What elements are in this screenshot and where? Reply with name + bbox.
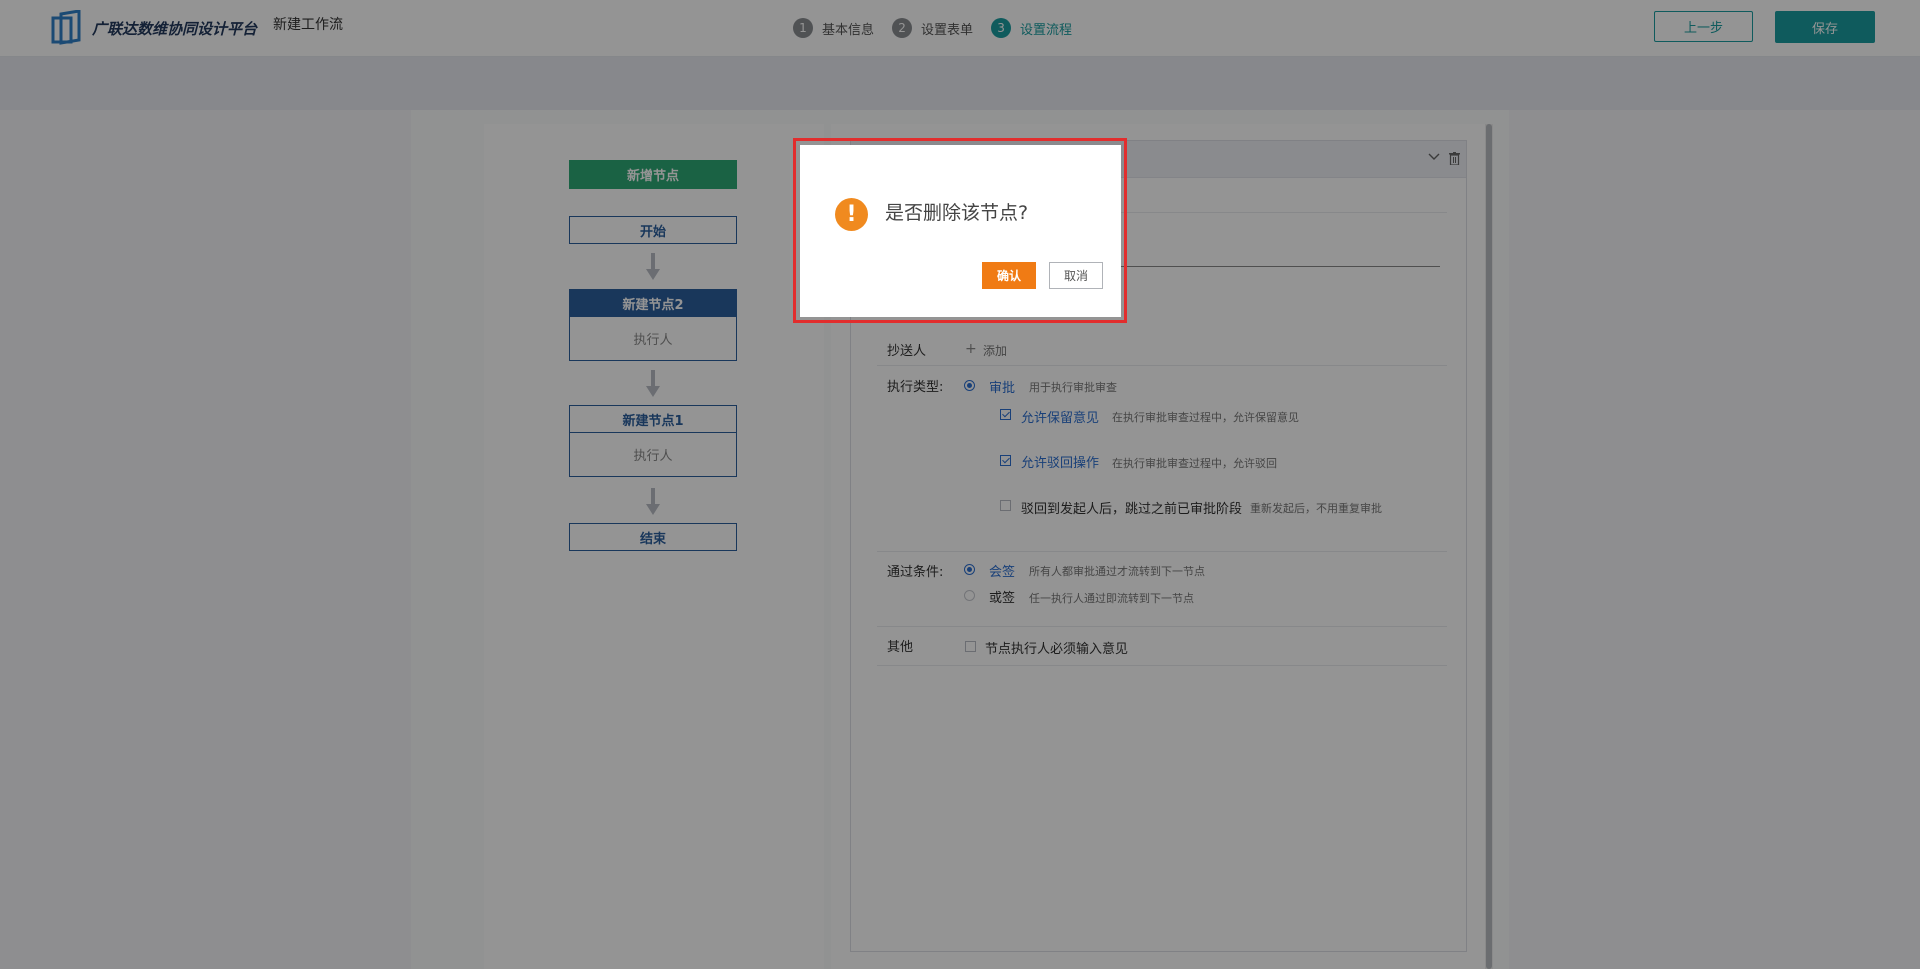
confirm-button[interactable]: 确认 [982, 262, 1036, 289]
warning-icon: ! [835, 198, 868, 231]
cancel-button[interactable]: 取消 [1049, 262, 1103, 289]
dialog-message: 是否删除该节点? [885, 202, 1029, 224]
confirm-dialog [800, 145, 1121, 317]
